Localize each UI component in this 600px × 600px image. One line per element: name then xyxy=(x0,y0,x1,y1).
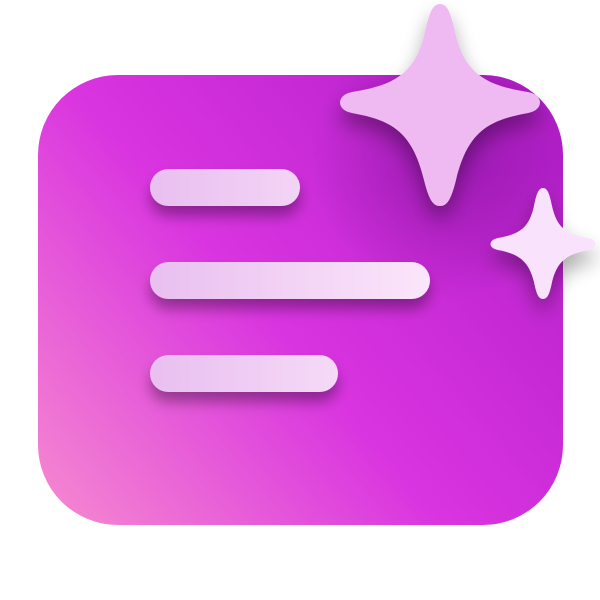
ai-summary-icon-graphic xyxy=(38,4,596,525)
text-line-2 xyxy=(150,262,430,299)
text-line-3 xyxy=(150,355,338,392)
ai-summary-icon xyxy=(0,0,600,600)
text-line-1 xyxy=(150,169,300,206)
